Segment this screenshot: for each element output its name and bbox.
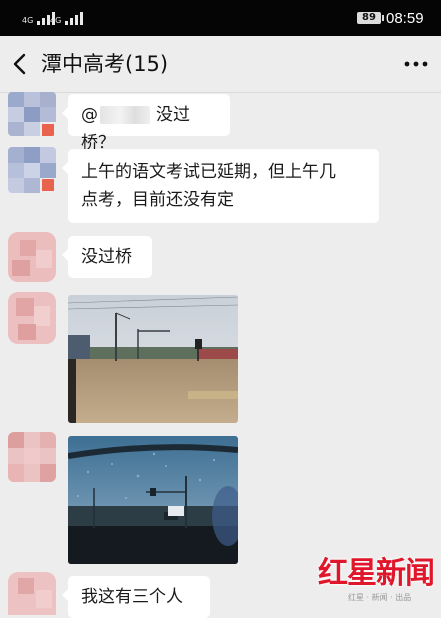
mention-at: @ [81, 105, 98, 125]
rainy-windshield-photo[interactable] [68, 436, 238, 564]
avatar[interactable] [8, 432, 56, 482]
chat-header: 潭中高考(15) [0, 36, 441, 93]
message-text: 我这有三个人 [81, 587, 183, 607]
avatar[interactable] [8, 147, 56, 193]
message-bubble[interactable]: 上午的语文考试已延期，但上午几 点考，目前还没有定 [62, 149, 379, 223]
logo-subtext: 红星 · 新闻 · 出品 [348, 593, 412, 602]
battery-icon: 89 [357, 12, 384, 24]
blurred-name [100, 106, 150, 124]
avatar[interactable] [8, 292, 56, 344]
message-text-line: 上午的语文考试已延期，但上午几 [81, 162, 336, 182]
message-bubble[interactable]: @ 没过桥？ [62, 94, 230, 153]
message-text-line: 点考，目前还没有定 [81, 190, 234, 210]
chat-title: 潭中高考(15) [41, 52, 169, 76]
message-bubble[interactable]: 我这有三个人 [62, 576, 210, 618]
avatar[interactable] [8, 232, 56, 282]
message-text: 没过桥 [81, 247, 132, 267]
signal-label: 4G [22, 16, 34, 25]
clock: 08:59 [386, 10, 424, 27]
signal-icon-2: 4G [50, 11, 84, 25]
hongxing-news-logo: 红星新闻 红星 · 新闻 · 出品 [318, 548, 436, 608]
status-bar: 4G 4G 89 08:59 [0, 0, 441, 36]
avatar[interactable] [8, 92, 56, 136]
avatar[interactable] [8, 572, 56, 615]
more-dots-icon[interactable] [402, 50, 430, 78]
message-bubble[interactable]: 没过桥 [62, 236, 152, 278]
logo-text: 红星新闻 [318, 556, 435, 591]
signal-label-2: 4G [50, 16, 62, 25]
flooded-road-photo[interactable] [68, 295, 238, 423]
chevron-left-icon[interactable] [10, 50, 32, 78]
